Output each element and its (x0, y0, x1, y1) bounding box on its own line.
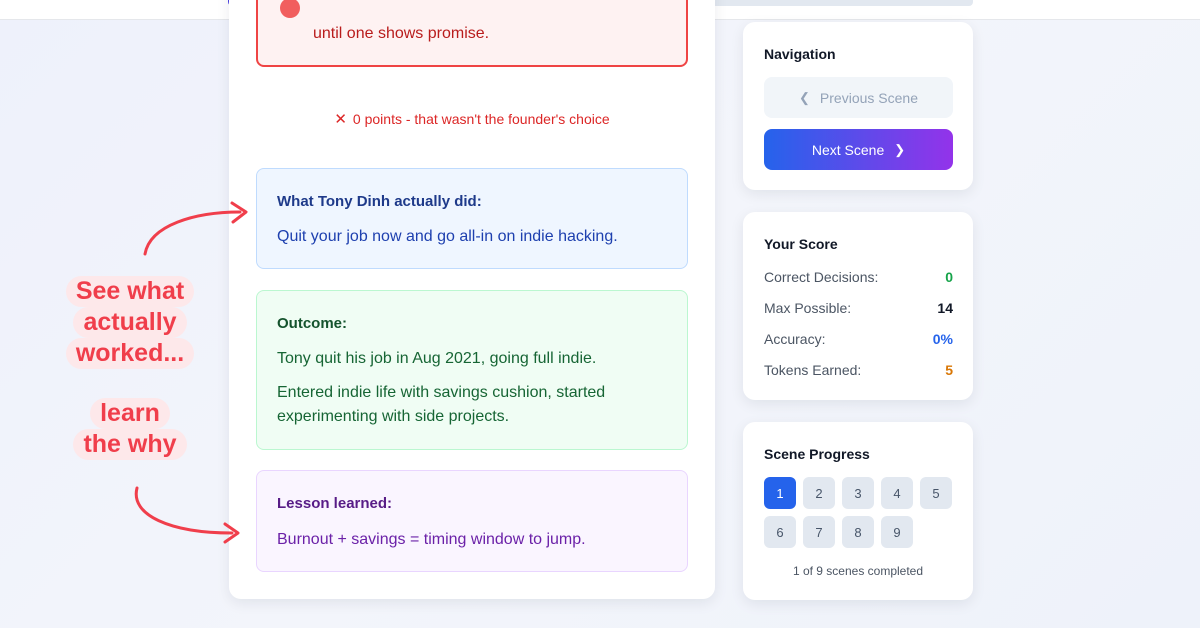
scene-button-8[interactable]: 8 (842, 516, 874, 548)
scene-button-5[interactable]: 5 (920, 477, 952, 509)
scene-progress-title: Scene Progress (764, 446, 870, 462)
score-value: 0 (945, 269, 953, 285)
outcome-box: Outcome: Tony quit his job in Aug 2021, … (256, 290, 688, 450)
lesson-title: Lesson learned: (277, 495, 393, 512)
points-feedback: ✕ 0 points - that wasn't the founder's ch… (229, 110, 715, 128)
score-value: 0% (932, 331, 953, 347)
scene-button-2[interactable]: 2 (803, 477, 835, 509)
annotation-line: worked... (65, 338, 195, 369)
scene-progress-status: 1 of 9 scenes completed (792, 564, 924, 578)
lesson-text: Burnout + savings = timing window to jum… (277, 531, 586, 548)
outcome-line-1: Tony quit his job in Aug 2021, going ful… (277, 350, 597, 367)
previous-scene-button[interactable]: ❮ Previous Scene (764, 77, 953, 118)
actual-decision-text: Quit your job now and go all-in on indie… (277, 228, 618, 245)
navigation-title: Navigation (764, 46, 836, 62)
chevron-right-icon: ❯ (894, 141, 906, 157)
score-row-tokens: Tokens Earned: 5 (764, 362, 953, 378)
scene-button-3[interactable]: 3 (842, 477, 874, 509)
wrong-choice-icon (280, 0, 300, 18)
score-value: 5 (945, 362, 953, 378)
annotation-line: See what (65, 276, 195, 307)
score-row-accuracy: Accuracy: 0% (764, 331, 953, 347)
outcome-line-2: Entered indie life with savings cushion,… (277, 384, 606, 425)
lesson-box: Lesson learned: Burnout + savings = timi… (256, 470, 688, 572)
scene-button-4[interactable]: 4 (881, 477, 913, 509)
score-row-max: Max Possible: 14 (764, 300, 953, 316)
score-title: Your Score (764, 236, 838, 252)
previous-scene-label: Previous Scene (819, 89, 918, 106)
choice-text: until one shows promise. (313, 25, 490, 42)
annotation-line: the why (73, 429, 187, 460)
scene-button-7[interactable]: 7 (803, 516, 835, 548)
score-label: Tokens Earned: (764, 362, 862, 378)
score-value: 14 (937, 300, 953, 316)
scene-button-1[interactable]: 1 (764, 477, 796, 509)
annotation-see-what-worked: See what actually worked... (50, 276, 210, 369)
arrow-to-lesson (134, 486, 234, 535)
x-icon: ✕ (334, 111, 347, 128)
score-label: Max Possible: (764, 300, 852, 316)
score-label: Correct Decisions: (764, 269, 879, 285)
annotation-line: actually (73, 307, 187, 338)
scene-button-9[interactable]: 9 (881, 516, 913, 548)
outcome-title: Outcome: (277, 315, 348, 332)
arrow-to-decision (143, 210, 242, 256)
score-label: Accuracy: (764, 331, 826, 347)
annotation-line: learn (90, 398, 170, 429)
next-scene-button[interactable]: Next Scene ❯ (764, 129, 953, 170)
score-card: Your Score Correct Decisions: 0 Max Poss… (743, 212, 973, 400)
score-row-correct: Correct Decisions: 0 (764, 269, 953, 285)
annotation-learn-why: learn the why (56, 398, 204, 460)
scene-card: until one shows promise. ✕ 0 points - tha… (229, 0, 715, 599)
navigation-card: Navigation ❮ Previous Scene Next Scene ❯ (743, 22, 973, 190)
scene-button-6[interactable]: 6 (764, 516, 796, 548)
next-scene-label: Next Scene (811, 141, 885, 158)
chevron-left-icon: ❮ (799, 89, 810, 105)
selected-choice: until one shows promise. (256, 0, 688, 67)
actual-decision-title: What Tony Dinh actually did: (277, 193, 482, 210)
actual-decision-box: What Tony Dinh actually did: Quit your j… (256, 168, 688, 269)
points-text: 0 points - that wasn't the founder's cho… (352, 111, 610, 127)
scene-progress-card: Scene Progress 12345 6789 1 of 9 scenes c… (743, 422, 973, 600)
